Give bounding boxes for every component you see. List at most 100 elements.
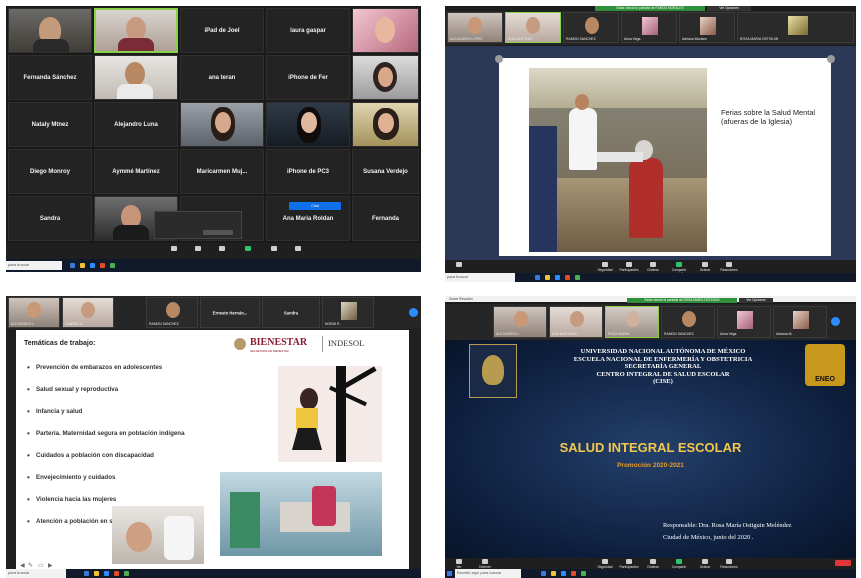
video-tile[interactable]: iPad de Joel: [180, 8, 264, 53]
taskbar-search[interactable]: Escribe aquí para buscar: [455, 569, 521, 578]
task-view-icon[interactable]: [535, 275, 540, 280]
video-tile[interactable]: [180, 102, 264, 147]
strip-tile[interactable]: GABRIELA: [62, 297, 114, 328]
record-button[interactable]: Grabar: [695, 262, 715, 272]
video-tile[interactable]: laura gaspar: [266, 8, 350, 53]
chat-button[interactable]: Chatear: [643, 262, 663, 272]
video-tile[interactable]: Aymmé Martínez: [94, 149, 178, 194]
task-view-icon[interactable]: [84, 571, 89, 576]
bienestar-subtitle: SECRETARÍA DE BIENESTAR: [250, 349, 289, 353]
video-tile[interactable]: [352, 55, 419, 100]
menu-icon[interactable]: ▭: [38, 562, 44, 569]
strip-tile[interactable]: RAMON SANCHEZ: [661, 306, 715, 338]
office-icon[interactable]: [571, 571, 576, 576]
layout-toggle-icon[interactable]: [831, 317, 840, 326]
record-button[interactable]: [264, 246, 284, 252]
strip-tile[interactable]: RAMON SANCHEZ: [146, 297, 198, 328]
security-button[interactable]: [164, 246, 184, 252]
end-meeting-button[interactable]: [835, 560, 851, 566]
reactions-button[interactable]: Reacciones: [719, 262, 739, 272]
strip-tile[interactable]: NOEMI R.: [322, 297, 374, 328]
strip-tile[interactable]: ALEJANDRO L.: [8, 297, 60, 328]
strip-tile[interactable]: ANA MARTINEZ: [505, 12, 561, 43]
strip-tile[interactable]: Alma Vega: [621, 12, 677, 43]
reactions-button[interactable]: [288, 246, 308, 252]
security-button[interactable]: Seguridad: [595, 262, 615, 272]
record-button[interactable]: Grabar: [695, 559, 715, 569]
task-view-icon[interactable]: [541, 571, 546, 576]
chat-button[interactable]: [212, 246, 232, 252]
strip-tile[interactable]: ALEJANDRO LOPEZ: [447, 12, 503, 43]
video-tile[interactable]: Alejandro Luna: [94, 102, 178, 147]
popup-button[interactable]: [203, 230, 233, 235]
view-options-button[interactable]: Ver Opciones: [739, 298, 773, 303]
video-tile[interactable]: [266, 102, 350, 147]
participant-face: [215, 112, 231, 133]
strip-tile[interactable]: ALEJANDRO L.: [493, 306, 547, 338]
strip-name: ALEJANDRO LOPEZ: [450, 37, 483, 41]
office-icon[interactable]: [114, 571, 119, 576]
taskbar-search[interactable]: para buscar: [445, 273, 515, 282]
app-icon[interactable]: [581, 571, 586, 576]
app-icon[interactable]: [124, 571, 129, 576]
strip-tile-active[interactable]: ROSA MARIA: [605, 306, 659, 338]
video-tile[interactable]: Nataly Mtnez: [8, 102, 92, 147]
prev-slide-icon[interactable]: ◀: [20, 562, 25, 569]
layout-toggle-icon[interactable]: [409, 308, 418, 317]
sharing-banner: Estás viendo la pantalla de ROSA MARIA O…: [627, 298, 737, 303]
strip-tile[interactable]: RAMON SANCHEZ: [563, 12, 619, 43]
video-tile-active-speaker[interactable]: [94, 8, 178, 53]
next-slide-icon[interactable]: ▶: [48, 562, 53, 569]
video-tile[interactable]: Fernanda: [352, 196, 419, 241]
video-tile[interactable]: [94, 55, 178, 100]
video-tile[interactable]: Susana Verdejo: [352, 149, 419, 194]
participants-button[interactable]: Participantes: [619, 262, 639, 272]
folder-icon[interactable]: [545, 275, 550, 280]
office-icon[interactable]: [100, 263, 105, 268]
participant-body: [113, 225, 149, 240]
video-tile[interactable]: [352, 8, 419, 53]
video-tile[interactable]: ana teran: [180, 55, 264, 100]
share-screen-button[interactable]: [238, 246, 258, 252]
strip-tile[interactable]: Adriana Morales: [679, 12, 735, 43]
chat-button[interactable]: Chatear: [643, 559, 663, 569]
chat-popup[interactable]: Chat: [289, 202, 341, 210]
task-view-icon[interactable]: [70, 263, 75, 268]
video-tile[interactable]: Diego Monroy: [8, 149, 92, 194]
participants-button[interactable]: [188, 246, 208, 252]
unmute-button[interactable]: [449, 262, 469, 268]
security-button[interactable]: Seguridad: [595, 559, 615, 569]
strip-tile[interactable]: Ernesto Hernán...: [200, 297, 260, 328]
folder-icon[interactable]: [94, 571, 99, 576]
folder-icon[interactable]: [551, 571, 556, 576]
strip-tile[interactable]: Sandra: [262, 297, 320, 328]
zoom-icon[interactable]: [90, 263, 95, 268]
video-tile[interactable]: [8, 8, 92, 53]
app-icon[interactable]: [575, 275, 580, 280]
zoom-icon[interactable]: [561, 571, 566, 576]
strip-tile[interactable]: Alma Vega: [717, 306, 771, 338]
taskbar-search[interactable]: para buscar: [6, 569, 66, 578]
video-tile[interactable]: iPhone de Fer: [266, 55, 350, 100]
meeting-toolbar: Seguridad Participantes Chatear Comparti…: [445, 260, 856, 276]
eneo-logo-icon: ENEO: [805, 344, 845, 386]
participant-name: Ernesto Hernán...: [212, 310, 248, 315]
windows-start-icon[interactable]: [447, 571, 452, 576]
zoom-icon[interactable]: [555, 275, 560, 280]
app-icon[interactable]: [110, 263, 115, 268]
video-tile[interactable]: iPhone de PC3: [266, 149, 350, 194]
strip-tile[interactable]: Adriana M.: [773, 306, 827, 338]
video-tile[interactable]: Maricarmen Muj...: [180, 149, 264, 194]
pen-icon[interactable]: ✎: [28, 562, 33, 569]
video-tile[interactable]: [352, 102, 419, 147]
video-tile[interactable]: Sandra: [8, 196, 92, 241]
reactions-button[interactable]: Reacciones: [719, 559, 739, 569]
folder-icon[interactable]: [80, 263, 85, 268]
strip-tile[interactable]: ANA MARTINEZ: [549, 306, 603, 338]
zoom-icon[interactable]: [104, 571, 109, 576]
strip-tile[interactable]: ROSA MARIA OSTIGUIN: [737, 12, 854, 43]
office-icon[interactable]: [565, 275, 570, 280]
video-tile[interactable]: Fernanda Sánchez: [8, 55, 92, 100]
participants-button[interactable]: Participantes: [619, 559, 639, 569]
taskbar-search[interactable]: para buscar: [6, 261, 62, 270]
